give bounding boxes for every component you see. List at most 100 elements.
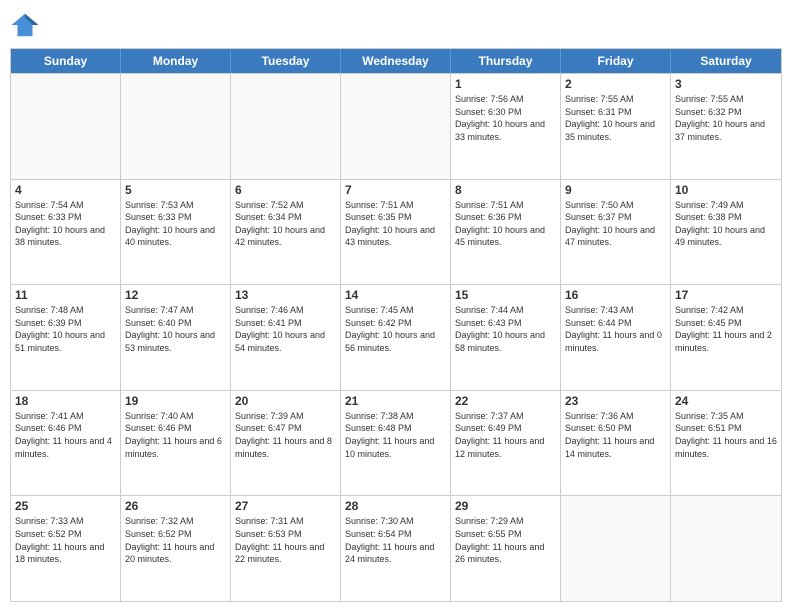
day-number: 16 (565, 288, 666, 302)
day-info: Sunrise: 7:47 AMSunset: 6:40 PMDaylight:… (125, 304, 226, 354)
day-info: Sunrise: 7:45 AMSunset: 6:42 PMDaylight:… (345, 304, 446, 354)
day-number: 20 (235, 394, 336, 408)
calendar-cell: 17 Sunrise: 7:42 AMSunset: 6:45 PMDaylig… (671, 285, 781, 390)
calendar-cell: 6 Sunrise: 7:52 AMSunset: 6:34 PMDayligh… (231, 180, 341, 285)
day-info: Sunrise: 7:42 AMSunset: 6:45 PMDaylight:… (675, 304, 777, 354)
day-info: Sunrise: 7:44 AMSunset: 6:43 PMDaylight:… (455, 304, 556, 354)
calendar-cell: 10 Sunrise: 7:49 AMSunset: 6:38 PMDaylig… (671, 180, 781, 285)
calendar-cell: 20 Sunrise: 7:39 AMSunset: 6:47 PMDaylig… (231, 391, 341, 496)
day-info: Sunrise: 7:55 AMSunset: 6:32 PMDaylight:… (675, 93, 777, 143)
day-number: 7 (345, 183, 446, 197)
calendar-cell: 12 Sunrise: 7:47 AMSunset: 6:40 PMDaylig… (121, 285, 231, 390)
day-number: 19 (125, 394, 226, 408)
calendar-cell: 7 Sunrise: 7:51 AMSunset: 6:35 PMDayligh… (341, 180, 451, 285)
calendar-body: 1 Sunrise: 7:56 AMSunset: 6:30 PMDayligh… (11, 73, 781, 601)
day-number: 9 (565, 183, 666, 197)
calendar-row: 1 Sunrise: 7:56 AMSunset: 6:30 PMDayligh… (11, 73, 781, 179)
calendar-cell: 28 Sunrise: 7:30 AMSunset: 6:54 PMDaylig… (341, 496, 451, 601)
calendar-cell: 16 Sunrise: 7:43 AMSunset: 6:44 PMDaylig… (561, 285, 671, 390)
day-info: Sunrise: 7:54 AMSunset: 6:33 PMDaylight:… (15, 199, 116, 249)
calendar-cell: 19 Sunrise: 7:40 AMSunset: 6:46 PMDaylig… (121, 391, 231, 496)
day-number: 12 (125, 288, 226, 302)
calendar-cell: 11 Sunrise: 7:48 AMSunset: 6:39 PMDaylig… (11, 285, 121, 390)
page-header (10, 10, 782, 40)
calendar-cell: 27 Sunrise: 7:31 AMSunset: 6:53 PMDaylig… (231, 496, 341, 601)
calendar-cell: 8 Sunrise: 7:51 AMSunset: 6:36 PMDayligh… (451, 180, 561, 285)
calendar-cell: 23 Sunrise: 7:36 AMSunset: 6:50 PMDaylig… (561, 391, 671, 496)
day-info: Sunrise: 7:32 AMSunset: 6:52 PMDaylight:… (125, 515, 226, 565)
calendar-header: SundayMondayTuesdayWednesdayThursdayFrid… (11, 49, 781, 73)
day-info: Sunrise: 7:29 AMSunset: 6:55 PMDaylight:… (455, 515, 556, 565)
calendar-row: 18 Sunrise: 7:41 AMSunset: 6:46 PMDaylig… (11, 390, 781, 496)
calendar: SundayMondayTuesdayWednesdayThursdayFrid… (10, 48, 782, 602)
day-number: 1 (455, 77, 556, 91)
day-info: Sunrise: 7:46 AMSunset: 6:41 PMDaylight:… (235, 304, 336, 354)
calendar-row: 25 Sunrise: 7:33 AMSunset: 6:52 PMDaylig… (11, 495, 781, 601)
day-number: 15 (455, 288, 556, 302)
day-info: Sunrise: 7:49 AMSunset: 6:38 PMDaylight:… (675, 199, 777, 249)
day-info: Sunrise: 7:48 AMSunset: 6:39 PMDaylight:… (15, 304, 116, 354)
weekday-header: Saturday (671, 49, 781, 73)
day-info: Sunrise: 7:50 AMSunset: 6:37 PMDaylight:… (565, 199, 666, 249)
calendar-row: 11 Sunrise: 7:48 AMSunset: 6:39 PMDaylig… (11, 284, 781, 390)
day-info: Sunrise: 7:53 AMSunset: 6:33 PMDaylight:… (125, 199, 226, 249)
day-info: Sunrise: 7:36 AMSunset: 6:50 PMDaylight:… (565, 410, 666, 460)
calendar-cell: 21 Sunrise: 7:38 AMSunset: 6:48 PMDaylig… (341, 391, 451, 496)
calendar-cell: 15 Sunrise: 7:44 AMSunset: 6:43 PMDaylig… (451, 285, 561, 390)
day-info: Sunrise: 7:41 AMSunset: 6:46 PMDaylight:… (15, 410, 116, 460)
day-number: 29 (455, 499, 556, 513)
day-info: Sunrise: 7:30 AMSunset: 6:54 PMDaylight:… (345, 515, 446, 565)
day-info: Sunrise: 7:56 AMSunset: 6:30 PMDaylight:… (455, 93, 556, 143)
calendar-cell: 24 Sunrise: 7:35 AMSunset: 6:51 PMDaylig… (671, 391, 781, 496)
logo (10, 10, 44, 40)
calendar-cell: 26 Sunrise: 7:32 AMSunset: 6:52 PMDaylig… (121, 496, 231, 601)
day-number: 2 (565, 77, 666, 91)
weekday-header: Wednesday (341, 49, 451, 73)
calendar-cell (671, 496, 781, 601)
day-number: 14 (345, 288, 446, 302)
weekday-header: Sunday (11, 49, 121, 73)
calendar-cell: 22 Sunrise: 7:37 AMSunset: 6:49 PMDaylig… (451, 391, 561, 496)
calendar-cell: 1 Sunrise: 7:56 AMSunset: 6:30 PMDayligh… (451, 74, 561, 179)
calendar-cell (231, 74, 341, 179)
calendar-cell: 9 Sunrise: 7:50 AMSunset: 6:37 PMDayligh… (561, 180, 671, 285)
day-info: Sunrise: 7:35 AMSunset: 6:51 PMDaylight:… (675, 410, 777, 460)
day-info: Sunrise: 7:38 AMSunset: 6:48 PMDaylight:… (345, 410, 446, 460)
calendar-row: 4 Sunrise: 7:54 AMSunset: 6:33 PMDayligh… (11, 179, 781, 285)
weekday-header: Thursday (451, 49, 561, 73)
calendar-cell: 2 Sunrise: 7:55 AMSunset: 6:31 PMDayligh… (561, 74, 671, 179)
day-number: 21 (345, 394, 446, 408)
calendar-cell: 29 Sunrise: 7:29 AMSunset: 6:55 PMDaylig… (451, 496, 561, 601)
weekday-header: Friday (561, 49, 671, 73)
day-number: 4 (15, 183, 116, 197)
day-info: Sunrise: 7:51 AMSunset: 6:36 PMDaylight:… (455, 199, 556, 249)
day-number: 5 (125, 183, 226, 197)
calendar-page: SundayMondayTuesdayWednesdayThursdayFrid… (0, 0, 792, 612)
calendar-cell: 3 Sunrise: 7:55 AMSunset: 6:32 PMDayligh… (671, 74, 781, 179)
day-info: Sunrise: 7:51 AMSunset: 6:35 PMDaylight:… (345, 199, 446, 249)
day-number: 17 (675, 288, 777, 302)
calendar-cell (341, 74, 451, 179)
weekday-header: Monday (121, 49, 231, 73)
logo-icon (10, 10, 40, 40)
weekday-header: Tuesday (231, 49, 341, 73)
calendar-cell: 25 Sunrise: 7:33 AMSunset: 6:52 PMDaylig… (11, 496, 121, 601)
day-info: Sunrise: 7:43 AMSunset: 6:44 PMDaylight:… (565, 304, 666, 354)
day-number: 26 (125, 499, 226, 513)
day-number: 23 (565, 394, 666, 408)
day-info: Sunrise: 7:37 AMSunset: 6:49 PMDaylight:… (455, 410, 556, 460)
calendar-cell: 5 Sunrise: 7:53 AMSunset: 6:33 PMDayligh… (121, 180, 231, 285)
calendar-cell: 14 Sunrise: 7:45 AMSunset: 6:42 PMDaylig… (341, 285, 451, 390)
calendar-cell: 18 Sunrise: 7:41 AMSunset: 6:46 PMDaylig… (11, 391, 121, 496)
day-number: 13 (235, 288, 336, 302)
calendar-cell (11, 74, 121, 179)
day-number: 25 (15, 499, 116, 513)
day-number: 10 (675, 183, 777, 197)
calendar-cell (121, 74, 231, 179)
day-number: 3 (675, 77, 777, 91)
day-info: Sunrise: 7:31 AMSunset: 6:53 PMDaylight:… (235, 515, 336, 565)
day-number: 18 (15, 394, 116, 408)
calendar-cell: 4 Sunrise: 7:54 AMSunset: 6:33 PMDayligh… (11, 180, 121, 285)
day-number: 24 (675, 394, 777, 408)
day-number: 28 (345, 499, 446, 513)
